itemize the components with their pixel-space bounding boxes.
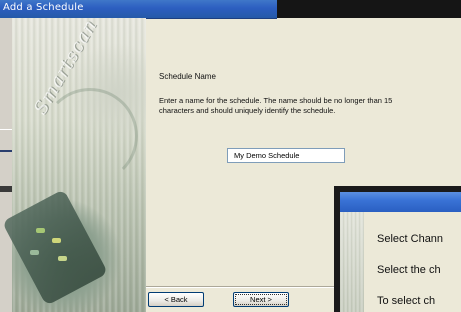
background-region: [277, 0, 461, 18]
second-dialog-text-line: Select the ch: [377, 264, 441, 276]
schedule-name-input[interactable]: My Demo Schedule: [227, 148, 345, 163]
second-dialog-text-line: To select ch: [377, 295, 436, 307]
button-separator: [146, 286, 336, 288]
section-heading: Schedule Name: [159, 72, 216, 81]
remote-button: [58, 256, 67, 261]
next-button[interactable]: Next >: [233, 292, 289, 307]
second-dialog-titlebar[interactable]: [340, 192, 461, 212]
second-dialog-banner-image: [340, 212, 364, 312]
remote-button: [36, 228, 45, 233]
remote-button: [30, 250, 39, 255]
dialog-title: Add a Schedule: [3, 2, 84, 13]
remote-button: [52, 238, 61, 243]
background-window-fragment: [0, 129, 12, 189]
back-button[interactable]: < Back: [148, 292, 204, 307]
section-description: Enter a name for the schedule. The name …: [159, 96, 393, 115]
background-window-titlebar-fragment: [0, 150, 12, 152]
second-dialog-heading: Select Chann: [377, 233, 444, 245]
dialog-titlebar[interactable]: Add a Schedule: [0, 0, 277, 19]
background-window-shadow: [0, 186, 12, 192]
